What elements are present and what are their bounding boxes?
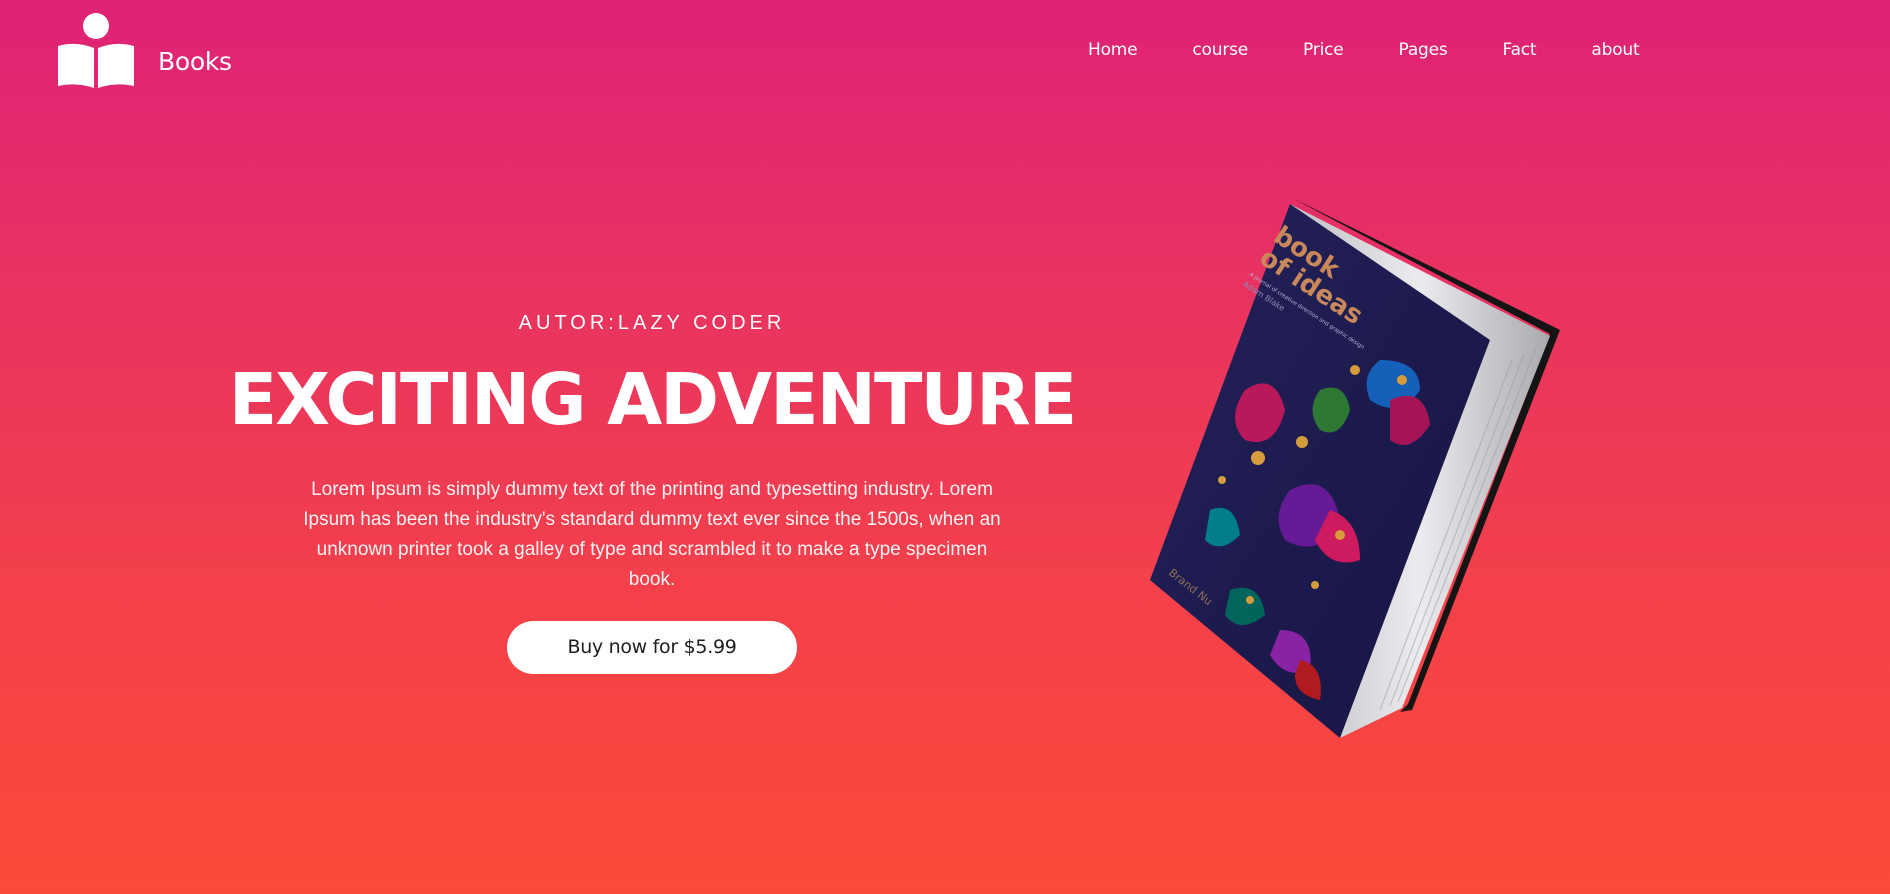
main-nav: Home course Price Pages Fact about: [1088, 40, 1640, 60]
brand-name: Books: [158, 46, 232, 76]
nav-price[interactable]: Price: [1303, 40, 1344, 60]
nav-pages[interactable]: Pages: [1399, 40, 1448, 60]
book-cover-image: book of ideas A journal of creative dire…: [1140, 190, 1570, 750]
buy-now-button[interactable]: Buy now for $5.99: [507, 621, 797, 675]
nav-fact[interactable]: Fact: [1503, 40, 1537, 60]
author-label: AUTOR:LAZY CODER: [518, 312, 786, 334]
brand-logo-link[interactable]: Books: [56, 12, 232, 90]
hero-section: AUTOR:LAZY CODER EXCITING ADVENTURE Lore…: [200, 312, 1104, 675]
open-book-reader-icon: [58, 13, 134, 88]
book-illustration: book of ideas A journal of creative dire…: [1150, 198, 1560, 738]
hero-title: EXCITING ADVENTURE: [228, 358, 1078, 441]
hero-description: Lorem Ipsum is simply dummy text of the …: [303, 479, 1001, 591]
nav-course[interactable]: course: [1192, 40, 1248, 60]
nav-about[interactable]: about: [1591, 40, 1639, 60]
nav-home[interactable]: Home: [1088, 40, 1138, 60]
